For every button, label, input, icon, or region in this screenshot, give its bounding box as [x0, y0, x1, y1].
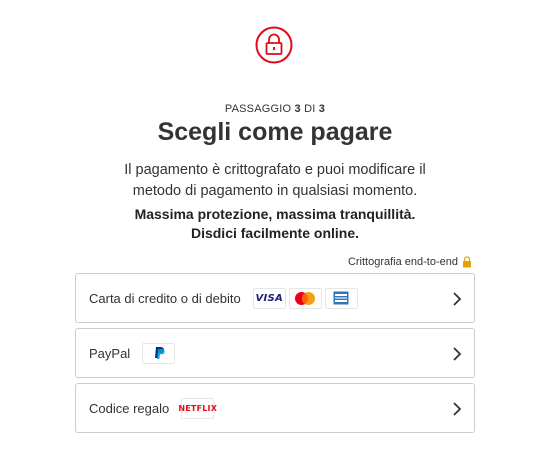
description-line-2: metodo di pagamento in qualsiasi momento…	[132, 183, 418, 199]
small-lock-icon	[462, 256, 472, 268]
payment-option-paypal[interactable]: PayPal	[75, 328, 475, 378]
netflix-text: NETFLIX	[178, 403, 218, 413]
paypal-icon	[142, 342, 176, 364]
mastercard-icon	[288, 287, 322, 309]
step-of: DI	[304, 103, 316, 115]
paypal-logos	[142, 342, 176, 364]
description-line-1: Il pagamento è crittografato e puoi modi…	[124, 162, 426, 178]
encryption-label: Crittografia end-to-end	[347, 256, 458, 268]
step-current: 3	[294, 103, 301, 115]
visa-logo: VISA	[252, 287, 286, 309]
option-label-gift-code: Codice regalo	[89, 400, 170, 416]
chevron-right-icon	[452, 346, 462, 362]
option-label-card: Carta di credito o di debito	[89, 290, 241, 306]
amex-icon	[324, 287, 358, 309]
step-total: 3	[318, 103, 326, 115]
payment-description: Il pagamento è crittografato e puoi modi…	[100, 160, 450, 202]
gift-logos: NETFLIX	[178, 397, 218, 419]
assurance-line-2: Disdici facilmente online.	[190, 225, 360, 241]
step-indicator: PASSAGGIO 3 DI 3	[0, 103, 550, 115]
assurance-line-1: Massima protezione, massima tranquillità…	[134, 206, 416, 222]
netflix-logo: NETFLIX	[178, 397, 218, 419]
option-label-paypal: PayPal	[89, 345, 131, 361]
card-logos: VISA	[252, 287, 358, 309]
chevron-right-icon	[452, 401, 462, 417]
encryption-note: Crittografia end-to-end	[348, 256, 472, 268]
lock-icon	[255, 26, 293, 64]
assurance-text: Massima protezione, massima tranquillità…	[100, 205, 450, 243]
payment-option-gift-code[interactable]: Codice regalo NETFLIX	[75, 383, 475, 433]
payment-option-card[interactable]: Carta di credito o di debito VISA	[75, 273, 475, 323]
visa-text: VISA	[255, 292, 284, 304]
chevron-right-icon	[452, 291, 462, 307]
step-prefix: PASSAGGIO	[224, 103, 292, 115]
page-title: Scegli come pagare	[157, 118, 393, 146]
